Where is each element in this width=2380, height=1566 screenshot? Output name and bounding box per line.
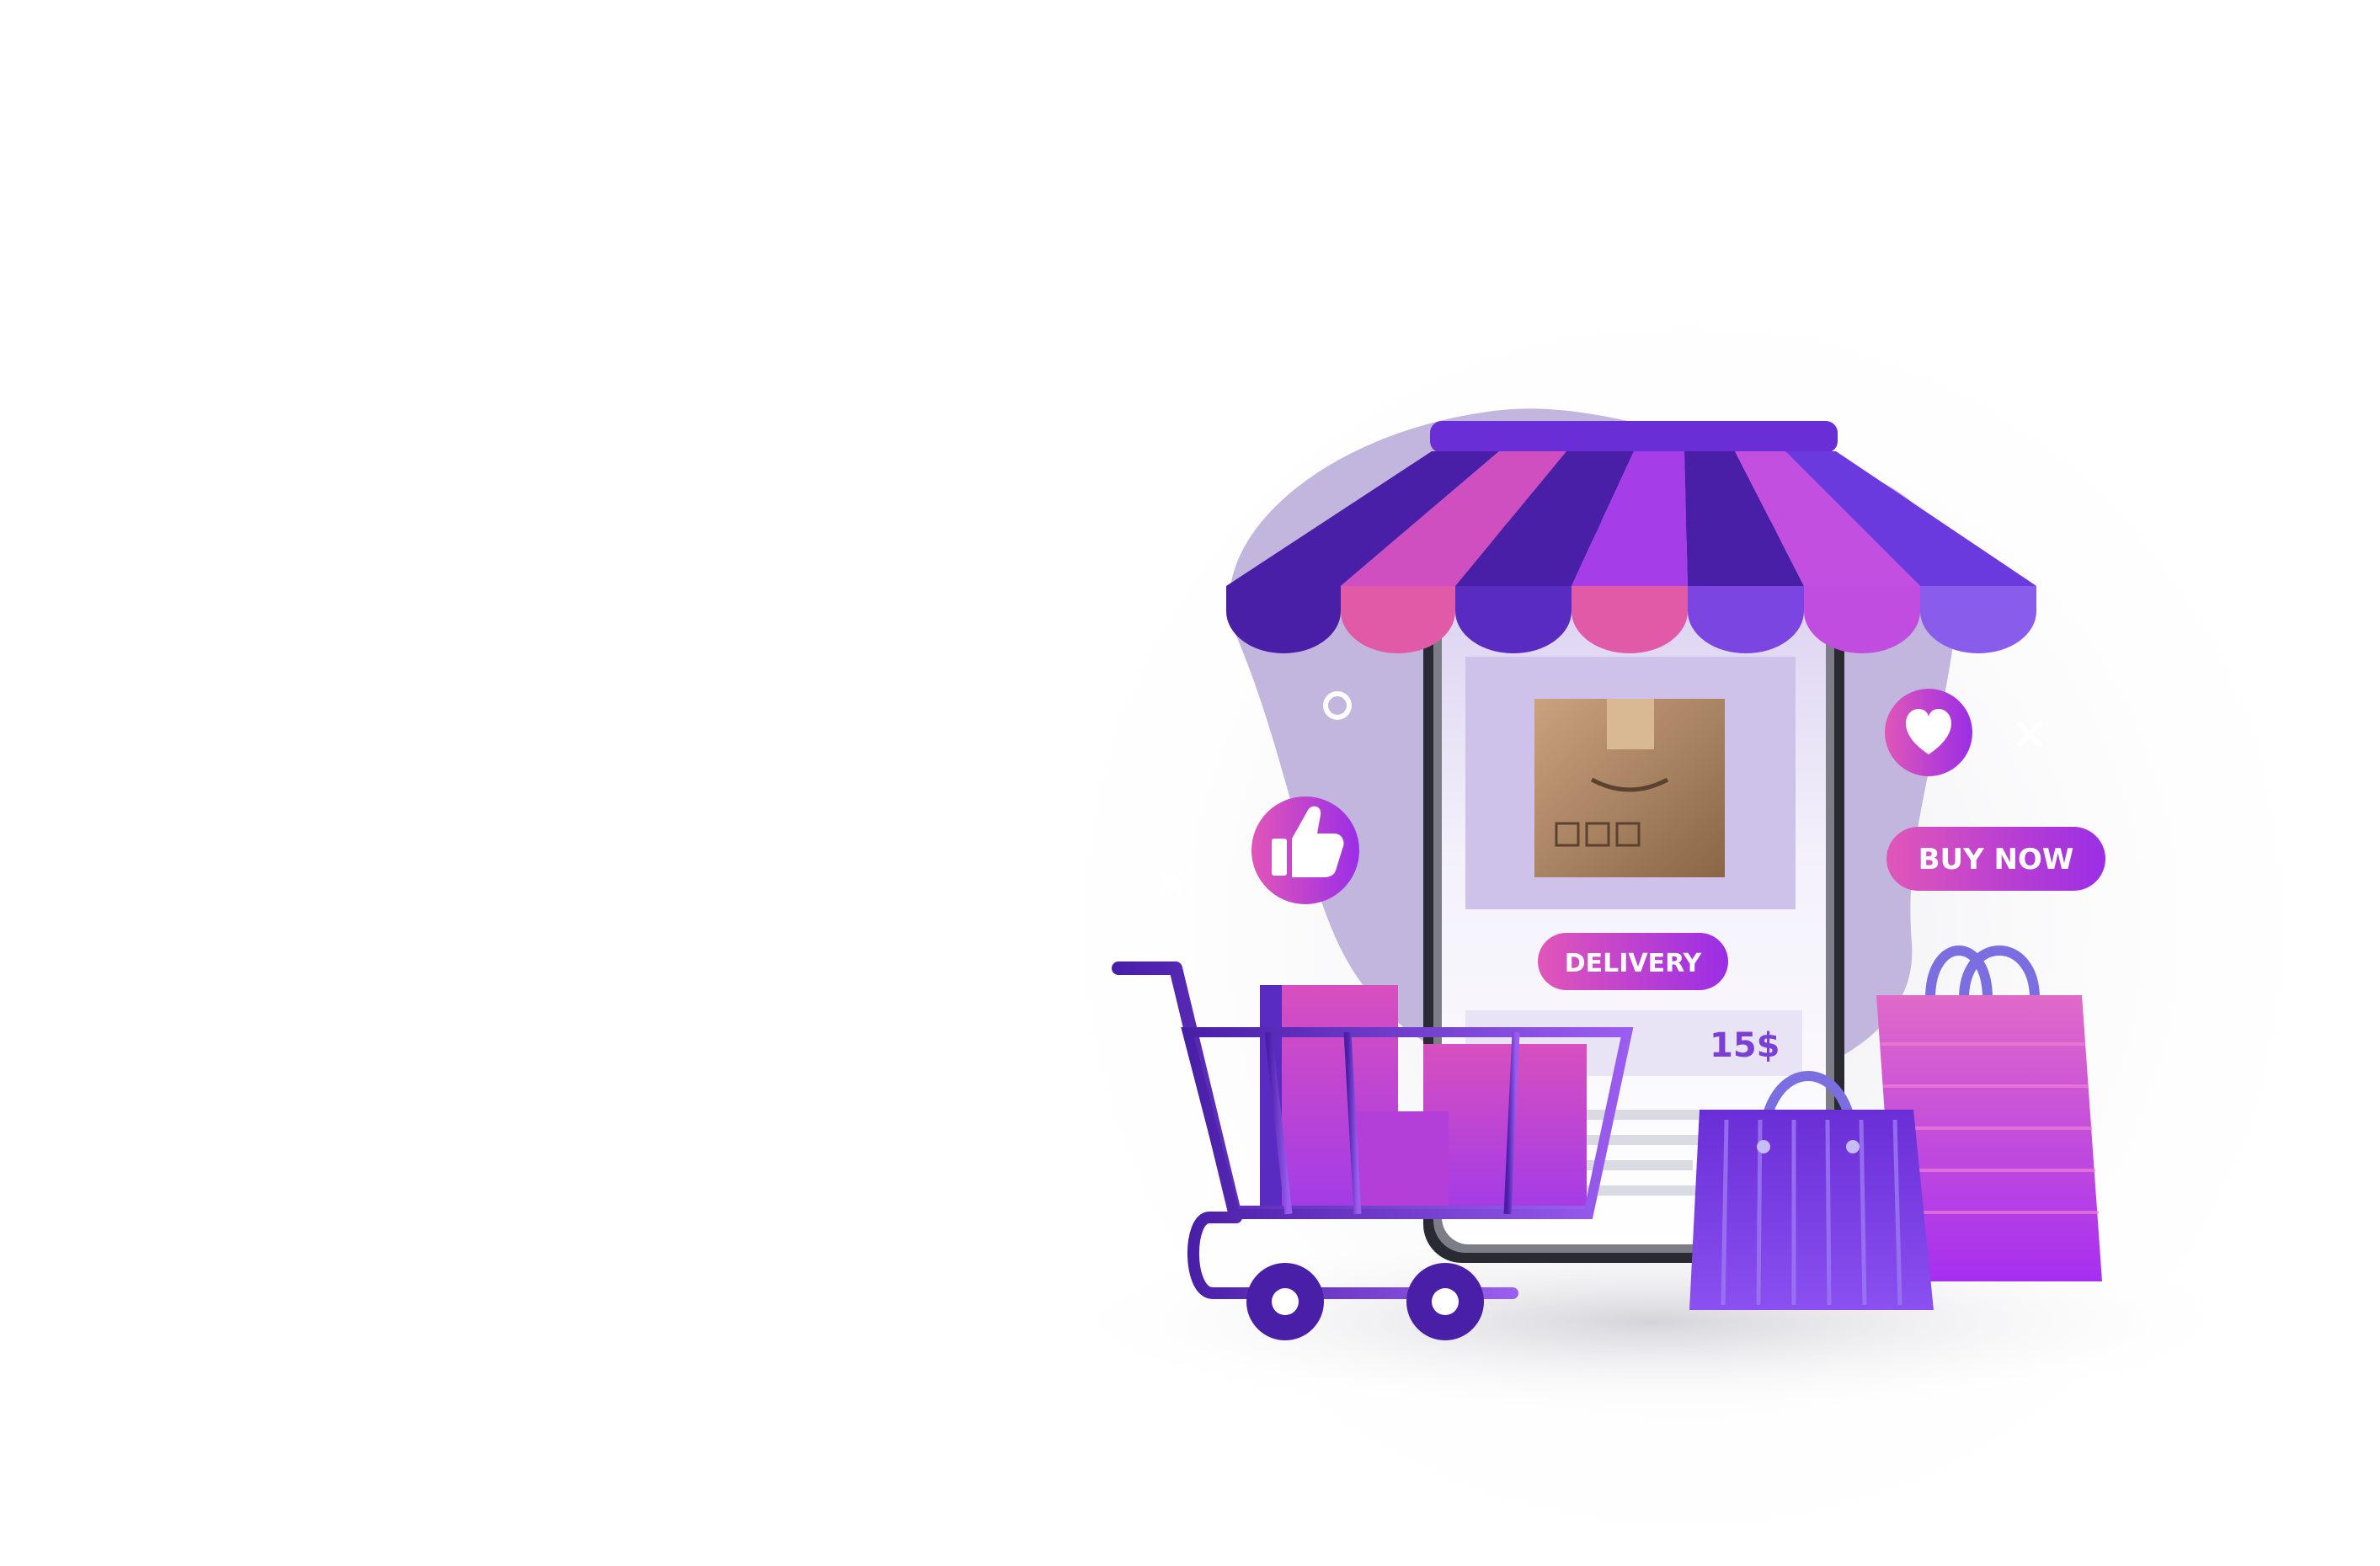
like-badge[interactable] (1251, 796, 1359, 904)
delivery-button-label: DELIVERY (1565, 949, 1703, 978)
favorite-badge[interactable] (1885, 689, 1972, 776)
buy-now-button[interactable]: BUY NOW (1886, 827, 2105, 891)
package-box-icon (1534, 699, 1725, 877)
shopping-illustration: 15$ DELIVERY BUY NOW (994, 236, 2375, 1566)
description-line (1583, 1110, 1710, 1120)
price-label: 15$ (1710, 1026, 1780, 1065)
delivery-button[interactable]: DELIVERY (1538, 933, 1728, 990)
shopping-bag-icon (1689, 1071, 1934, 1310)
buy-now-button-label: BUY NOW (1918, 843, 2074, 876)
